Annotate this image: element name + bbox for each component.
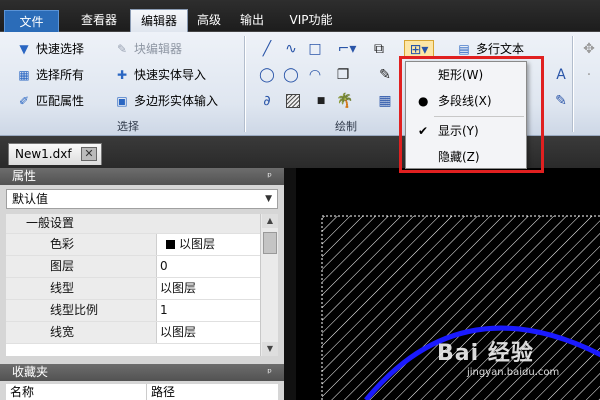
properties-panel: 属性 ᵖ 默认值 ▼ − 一般设置 色彩 以图层 图层 0 线型 以图层 线型比… xyxy=(0,168,284,400)
tab-editor[interactable]: 编辑器 xyxy=(130,9,188,33)
rectangle-tool-icon[interactable]: □ xyxy=(306,40,324,58)
tab-output[interactable]: 输出 xyxy=(232,9,272,32)
line-tool-icon[interactable]: ╱ xyxy=(258,40,276,58)
point-tool-icon[interactable]: ■ xyxy=(312,92,330,110)
favorites-table-header: 名称 路径 xyxy=(6,384,278,400)
match-properties-button[interactable]: ✐ 匹配属性 xyxy=(16,92,84,110)
plus-icon: ✚ xyxy=(116,68,128,82)
scroll-down-icon[interactable]: ▼ xyxy=(262,342,278,356)
polyline-tool-icon[interactable]: ⌐▾ xyxy=(334,40,360,58)
hatch-tool-icon[interactable] xyxy=(286,94,300,108)
property-row-linetype[interactable]: 线型 以图层 xyxy=(6,278,260,300)
ribbon-more-icon[interactable]: · xyxy=(580,66,598,84)
document-tab-label: New1.dxf xyxy=(15,147,72,161)
annotation-highlight-box xyxy=(399,56,544,173)
document-tab[interactable]: New1.dxf ✕ xyxy=(8,143,102,165)
category-label: 一般设置 xyxy=(6,214,157,233)
property-row-layer[interactable]: 图层 0 xyxy=(6,256,260,278)
tab-vip[interactable]: VIP功能 xyxy=(280,9,342,32)
copy-tool-icon[interactable]: ❐ xyxy=(334,66,352,84)
chevron-down-icon: ▼ xyxy=(265,194,272,204)
select-all-label: 选择所有 xyxy=(36,68,85,82)
column-header-path[interactable]: 路径 xyxy=(146,384,175,400)
style-dropdown-value: 默认值 xyxy=(12,192,49,206)
property-value[interactable]: 1 xyxy=(158,300,168,321)
funnel-icon: ▼ xyxy=(19,42,29,56)
property-name: 图层 xyxy=(6,256,157,277)
tab-advanced[interactable]: 高级 xyxy=(190,9,228,32)
block-editor-button[interactable]: ✎ 块编辑器 xyxy=(114,40,182,58)
pin-icon[interactable]: ᵖ xyxy=(267,364,272,381)
text-style-icon[interactable]: A xyxy=(552,66,570,84)
match-properties-label: 匹配属性 xyxy=(36,94,85,108)
property-grid: − 一般设置 色彩 以图层 图层 0 线型 以图层 线型比例 1 线宽 以图层 xyxy=(6,214,260,356)
table-tool-icon[interactable]: ▦ xyxy=(376,92,394,110)
style-dropdown[interactable]: 默认值 ▼ xyxy=(6,189,278,209)
property-name: 线宽 xyxy=(6,322,157,343)
pan-icon[interactable]: ✥ xyxy=(580,40,598,58)
properties-scrollbar[interactable]: ▲ ▼ xyxy=(260,214,278,356)
pen-tool-icon[interactable]: ✎ xyxy=(376,66,394,84)
multiline-text-label: 多行文本 xyxy=(476,42,525,56)
property-name: 线型 xyxy=(6,278,157,299)
quick-entity-import-button[interactable]: ✚ 快速实体导入 xyxy=(114,66,206,84)
ribbon-tab-bar: 文件 查看器 编辑器 高级 输出 VIP功能 xyxy=(0,0,600,33)
scroll-up-icon[interactable]: ▲ xyxy=(262,214,278,228)
text-edit-icon[interactable]: ✎ xyxy=(552,92,570,110)
close-icon[interactable]: ✕ xyxy=(81,147,97,161)
property-value[interactable]: 以图层 xyxy=(158,322,196,343)
baidu-watermark: Bai 经验 jingyan.baidu.com xyxy=(437,335,559,378)
spline-tool-icon[interactable]: ∿ xyxy=(282,40,300,58)
property-value[interactable]: 以图层 xyxy=(158,278,196,299)
brush-icon: ✐ xyxy=(18,94,30,108)
block-editor-label: 块编辑器 xyxy=(134,42,183,56)
property-name: 线型比例 xyxy=(6,300,157,321)
arc-tool-icon[interactable]: ◠ xyxy=(306,66,324,84)
property-row-lineweight[interactable]: 线宽 以图层 xyxy=(6,322,260,344)
select-group-label: 选择 xyxy=(117,120,139,133)
properties-header: 属性 ᵖ xyxy=(0,168,284,185)
scroll-thumb[interactable] xyxy=(263,232,277,254)
tab-file[interactable]: 文件 xyxy=(4,10,59,33)
color-value: 以图层 xyxy=(179,237,216,251)
properties-title: 属性 xyxy=(12,169,37,183)
category-row[interactable]: − 一般设置 xyxy=(6,214,260,234)
block-editor-icon: ✎ xyxy=(116,42,128,56)
favorites-title: 收藏夹 xyxy=(12,365,49,379)
quick-select-label: 快速选择 xyxy=(36,42,85,56)
property-value[interactable]: 以图层 xyxy=(158,234,215,255)
polygon-entity-input-label: 多边形实体输入 xyxy=(134,94,219,108)
curve-tool-icon[interactable]: ∂ xyxy=(258,92,276,110)
property-row-color[interactable]: 色彩 以图层 xyxy=(6,234,260,256)
polygon-input-icon: ▣ xyxy=(116,94,128,108)
watermark-brand: Bai 经验 xyxy=(437,341,534,366)
circle-tool-icon[interactable]: ◯ xyxy=(258,66,276,84)
select-all-icon: ▦ xyxy=(18,68,30,82)
property-row-linetype-scale[interactable]: 线型比例 1 xyxy=(6,300,260,322)
image-tool-icon[interactable]: 🌴 xyxy=(336,92,354,110)
property-name: 色彩 xyxy=(6,234,157,255)
quick-select-button[interactable]: ▼ 快速选择 xyxy=(16,40,84,58)
tab-viewer[interactable]: 查看器 xyxy=(70,9,128,32)
quick-entity-import-label: 快速实体导入 xyxy=(134,68,207,82)
group-separator-2 xyxy=(572,36,573,132)
panel-splitter[interactable] xyxy=(284,168,296,400)
column-header-name[interactable]: 名称 xyxy=(10,384,34,400)
favorites-header: 收藏夹 ᵖ xyxy=(0,364,284,381)
circle-3pt-tool-icon[interactable]: ◯ xyxy=(282,66,300,84)
polygon-entity-input-button[interactable]: ▣ 多边形实体输入 xyxy=(114,92,218,110)
color-swatch xyxy=(166,240,175,249)
group-separator xyxy=(244,36,245,132)
pin-icon[interactable]: ᵖ xyxy=(267,168,272,185)
property-value[interactable]: 0 xyxy=(158,256,168,277)
move-tool-icon[interactable]: ⧉ xyxy=(370,40,388,58)
watermark-url: jingyan.baidu.com xyxy=(467,367,560,378)
select-all-button[interactable]: ▦ 选择所有 xyxy=(16,66,84,84)
